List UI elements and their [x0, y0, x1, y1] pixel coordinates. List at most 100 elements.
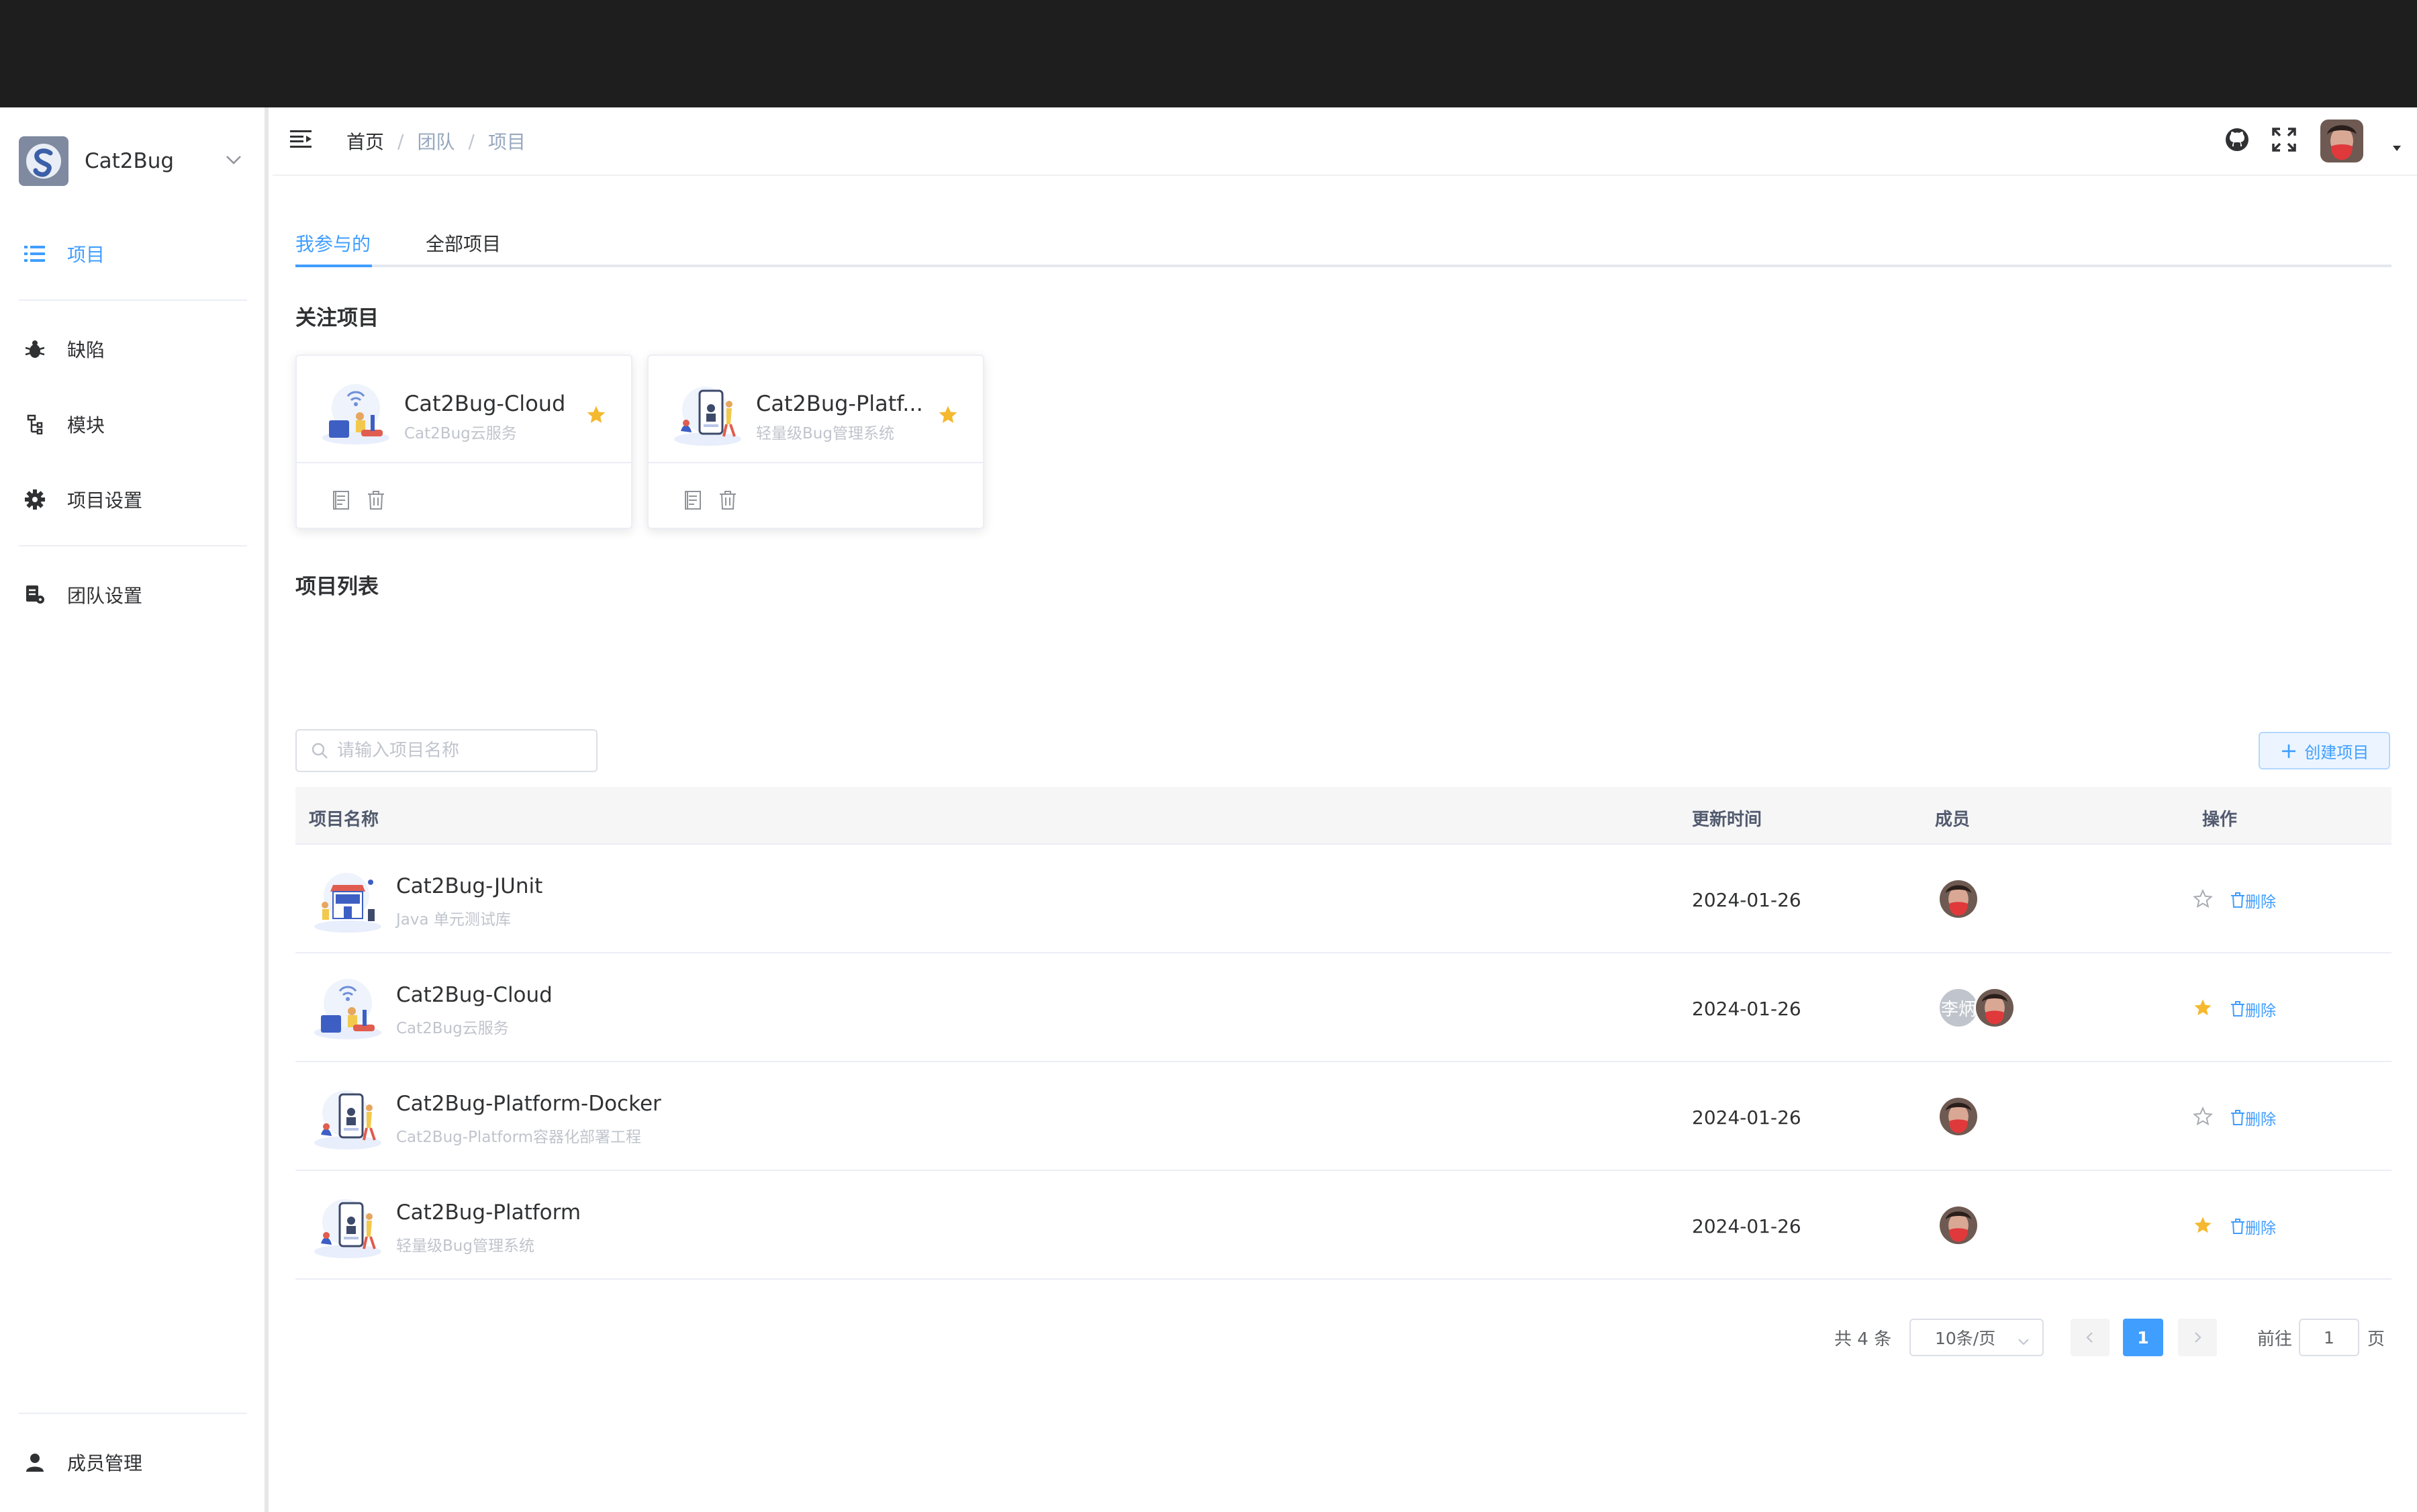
table-row[interactable]: Cat2Bug-Platform 轻量级Bug管理系统 2024-01-26 删…: [295, 1171, 2391, 1280]
sidebar-item-modules[interactable]: 模块: [20, 403, 248, 446]
project-name-link[interactable]: Cat2Bug-JUnit: [396, 874, 542, 898]
star-outline-icon[interactable]: [2193, 1106, 2213, 1129]
member-avatar[interactable]: [1938, 1096, 1979, 1137]
delete-button[interactable]: 删除: [2230, 998, 2276, 1021]
card-subtitle: Cat2Bug云服务: [404, 425, 517, 442]
total-count: 共 4 条: [1834, 1329, 1892, 1350]
pagination: 共 4 条 10条/页 1 前往 页: [0, 1319, 2417, 1356]
column-header-members: 成员: [1935, 810, 1971, 830]
team-switcher[interactable]: Cat2Bug: [19, 134, 247, 188]
chevron-down-icon: [2017, 1332, 2030, 1352]
delete-label: 删除: [2245, 894, 2276, 911]
project-name-link[interactable]: Cat2Bug-Cloud: [396, 983, 553, 1007]
star-filled-icon[interactable]: [2193, 998, 2213, 1021]
sidebar-item-label: 成员管理: [67, 1452, 143, 1474]
star-filled-icon[interactable]: [937, 404, 959, 428]
document-icon[interactable]: [683, 490, 702, 513]
updated-date: 2024-01-26: [1692, 998, 1801, 1020]
delete-button[interactable]: 删除: [2230, 889, 2276, 912]
breadcrumb-separator: /: [397, 130, 404, 152]
fullscreen-icon[interactable]: [2271, 126, 2297, 156]
star-filled-icon[interactable]: [585, 404, 607, 428]
project-illustration-icon: [313, 1085, 383, 1152]
sidebar-item-label: 缺陷: [67, 339, 105, 361]
trash-icon: [2231, 1219, 2244, 1234]
table-header: 项目名称 更新时间 成员 操作: [295, 787, 2391, 845]
chevron-left-icon: [2086, 1332, 2093, 1343]
project-description: Cat2Bug-Platform容器化部署工程: [396, 1129, 642, 1146]
page-number-current[interactable]: 1: [2123, 1319, 2163, 1356]
goto-label: 前往: [2257, 1329, 2293, 1350]
sidebar-item-projects[interactable]: 项目: [20, 232, 248, 275]
team-name: Cat2Bug: [85, 149, 175, 173]
project-description: 轻量级Bug管理系统: [396, 1237, 534, 1255]
gear-icon: [20, 485, 50, 514]
delete-button[interactable]: 删除: [2230, 1106, 2276, 1129]
sidebar-divider: [19, 545, 247, 547]
table-row[interactable]: Cat2Bug-JUnit Java 单元测试库 2024-01-26 删除: [295, 845, 2391, 953]
user-avatar[interactable]: [2320, 120, 2363, 162]
github-icon[interactable]: [2224, 126, 2250, 156]
favorite-card[interactable]: Cat2Bug-Platf... 轻量级Bug管理系统: [647, 355, 984, 529]
caret-down-icon[interactable]: [2391, 142, 2402, 155]
sidebar-item-defects[interactable]: 缺陷: [20, 328, 248, 371]
sidebar-item-label: 团队设置: [67, 585, 143, 607]
trash-icon[interactable]: [367, 490, 385, 513]
sidebar-item-team-settings[interactable]: 团队设置: [20, 573, 248, 616]
member-avatars: [1938, 1204, 1979, 1246]
member-avatar[interactable]: [1938, 878, 1979, 920]
create-project-button[interactable]: + 创建项目: [2259, 732, 2390, 769]
table-row[interactable]: Cat2Bug-Platform-Docker Cat2Bug-Platform…: [295, 1062, 2391, 1171]
sidebar-item-project-settings[interactable]: 项目设置: [20, 478, 248, 521]
member-avatar[interactable]: [1974, 987, 2016, 1029]
trash-icon: [2231, 1001, 2244, 1017]
member-avatars: 李炳: [1938, 987, 2016, 1029]
search-input[interactable]: [337, 736, 585, 765]
project-description: Java 单元测试库: [396, 911, 511, 929]
breadcrumb-team[interactable]: 团队: [417, 128, 455, 154]
next-page-button[interactable]: [2178, 1319, 2217, 1356]
card-title[interactable]: Cat2Bug-Cloud: [404, 391, 565, 416]
goto-page-input[interactable]: [2299, 1319, 2359, 1356]
project-illustration-icon: [321, 381, 391, 448]
tab-all-projects[interactable]: 全部项目: [426, 230, 501, 256]
sidebar: Cat2Bug 项目 缺陷 模块 项目设置 团队设置 成员管理: [0, 107, 269, 1512]
card-title[interactable]: Cat2Bug-Platf...: [756, 391, 923, 416]
sidebar-item-label: 模块: [67, 414, 105, 436]
page-size-select[interactable]: 10条/页: [1909, 1319, 2044, 1356]
prev-page-button[interactable]: [2071, 1319, 2110, 1356]
star-outline-icon[interactable]: [2193, 889, 2213, 912]
star-filled-icon[interactable]: [2193, 1215, 2213, 1238]
delete-label: 删除: [2245, 1002, 2276, 1020]
delete-button[interactable]: 删除: [2230, 1215, 2276, 1238]
breadcrumb-home[interactable]: 首页: [346, 128, 384, 154]
member-avatar[interactable]: [1938, 1204, 1979, 1246]
member-avatar-initials[interactable]: 李炳: [1938, 987, 1979, 1029]
module-tree-icon: [20, 410, 50, 439]
app-root: Cat2Bug 项目 缺陷 模块 项目设置 团队设置 成员管理 首页 / 团队 …: [0, 107, 2417, 1512]
project-name-link[interactable]: Cat2Bug-Platform: [396, 1200, 581, 1225]
document-icon[interactable]: [332, 490, 350, 513]
create-project-label: 创建项目: [2304, 743, 2369, 762]
updated-date: 2024-01-26: [1692, 889, 1801, 911]
goto-unit: 页: [2367, 1329, 2385, 1350]
favorite-card[interactable]: Cat2Bug-Cloud Cat2Bug云服务: [295, 355, 632, 529]
tab-participating[interactable]: 我参与的: [295, 230, 371, 256]
breadcrumb: 首页 / 团队 / 项目: [346, 128, 526, 154]
breadcrumb-current: 项目: [487, 131, 526, 153]
browser-top-bar: [0, 0, 2417, 107]
brand-logo-icon: [19, 136, 68, 186]
menu-toggle-icon[interactable]: [290, 129, 313, 152]
column-header-actions: 操作: [2202, 810, 2238, 830]
favorites-title: 关注项目: [295, 306, 379, 330]
page-size-value: 10条/页: [1935, 1329, 1996, 1348]
sidebar-item-members[interactable]: 成员管理: [20, 1441, 248, 1484]
table-row[interactable]: Cat2Bug-Cloud Cat2Bug云服务 2024-01-26 李炳 删…: [295, 953, 2391, 1062]
card-header: Cat2Bug-Cloud Cat2Bug云服务: [297, 356, 631, 463]
trash-icon: [2231, 1110, 2244, 1125]
trash-icon[interactable]: [718, 490, 737, 513]
card-header: Cat2Bug-Platf... 轻量级Bug管理系统: [649, 356, 983, 463]
project-description: Cat2Bug云服务: [396, 1020, 509, 1037]
project-name-link[interactable]: Cat2Bug-Platform-Docker: [396, 1092, 661, 1116]
member-avatars: [1938, 1096, 1979, 1137]
